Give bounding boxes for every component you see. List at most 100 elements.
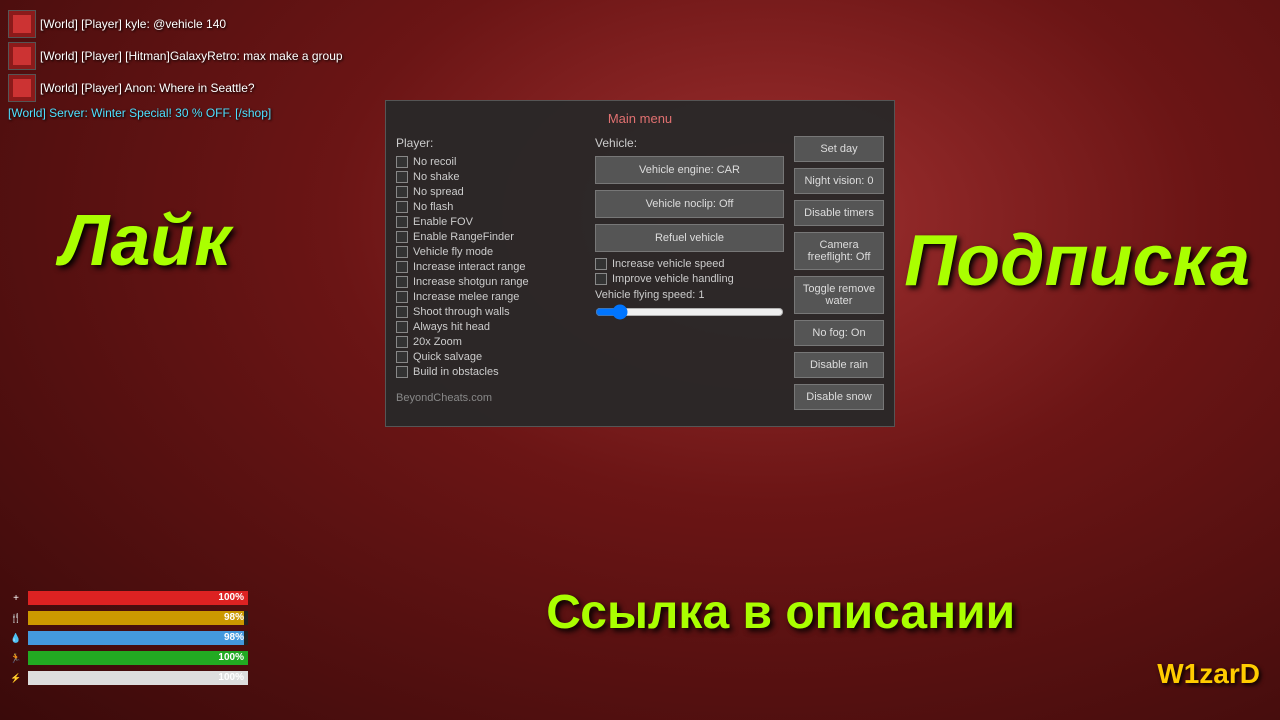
checkbox-box-vehicle-fly[interactable] xyxy=(396,246,408,258)
chat-text-2: [World] [Player] [Hitman]GalaxyRetro: ma… xyxy=(40,49,343,63)
checkbox-label-vehicle-speed: Increase vehicle speed xyxy=(612,258,725,270)
left-column: Player: No recoil No shake No spread No … xyxy=(396,136,585,416)
vehicle-label: Vehicle: xyxy=(595,136,784,150)
checkbox-shoot-walls[interactable]: Shoot through walls xyxy=(396,306,585,318)
health-value: 100% xyxy=(218,591,244,605)
chat-line-1: [World] [Player] kyle: @vehicle 140 xyxy=(8,10,343,38)
overlay-subscribe: Подписка xyxy=(904,220,1250,302)
hud: + 100% 🍴 98% 💧 98% 🏃 100% ⚡ 100% xyxy=(8,590,248,690)
checkbox-box-enable-fov[interactable] xyxy=(396,216,408,228)
checkbox-box-vehicle-handling[interactable] xyxy=(595,273,607,285)
checkbox-no-recoil[interactable]: No recoil xyxy=(396,156,585,168)
refuel-vehicle-button[interactable]: Refuel vehicle xyxy=(595,224,784,252)
checkbox-box-no-spread[interactable] xyxy=(396,186,408,198)
energy-icon: ⚡ xyxy=(8,670,24,686)
checkbox-shotgun-range[interactable]: Increase shotgun range xyxy=(396,276,585,288)
water-bar: 98% xyxy=(28,631,248,645)
stamina-bar: 100% xyxy=(28,651,248,665)
hud-health: + 100% xyxy=(8,590,248,606)
checkbox-no-flash[interactable]: No flash xyxy=(396,201,585,213)
hud-energy: ⚡ 100% xyxy=(8,670,248,686)
checkbox-box-shotgun-range[interactable] xyxy=(396,276,408,288)
checkbox-box-melee-range[interactable] xyxy=(396,291,408,303)
checkbox-vehicle-handling[interactable]: Improve vehicle handling xyxy=(595,273,784,285)
checkbox-label-shotgun-range: Increase shotgun range xyxy=(413,276,529,288)
checkbox-melee-range[interactable]: Increase melee range xyxy=(396,291,585,303)
checkbox-build[interactable]: Build in obstacles xyxy=(396,366,585,378)
checkbox-label-salvage: Quick salvage xyxy=(413,351,482,363)
checkbox-box-no-shake[interactable] xyxy=(396,171,408,183)
water-fill xyxy=(28,631,244,645)
overlay-like: Лайк xyxy=(60,200,231,282)
menu-title: Main menu xyxy=(396,111,884,126)
menu-panel: Main menu Player: No recoil No shake No … xyxy=(385,100,895,427)
checkbox-box-salvage[interactable] xyxy=(396,351,408,363)
water-icon: 💧 xyxy=(8,630,24,646)
hud-food: 🍴 98% xyxy=(8,610,248,626)
camera-freeflight-button[interactable]: Camera freeflight: Off xyxy=(794,232,884,270)
toggle-remove-water-button[interactable]: Toggle remove water xyxy=(794,276,884,314)
checkbox-label-vehicle-handling: Improve vehicle handling xyxy=(612,273,734,285)
overlay-link: Ссылка в описании xyxy=(546,585,1015,640)
checkbox-box-hit-head[interactable] xyxy=(396,321,408,333)
checkbox-box-build[interactable] xyxy=(396,366,408,378)
checkbox-no-spread[interactable]: No spread xyxy=(396,186,585,198)
checkbox-interact-range[interactable]: Increase interact range xyxy=(396,261,585,273)
checkbox-salvage[interactable]: Quick salvage xyxy=(396,351,585,363)
checkbox-box-no-recoil[interactable] xyxy=(396,156,408,168)
stamina-fill xyxy=(28,651,248,665)
checkbox-label-shoot-walls: Shoot through walls xyxy=(413,306,510,318)
chat-text-4: [World] Server: Winter Special! 30 % OFF… xyxy=(8,106,271,120)
hud-stamina: 🏃 100% xyxy=(8,650,248,666)
vehicle-section: Vehicle: Vehicle engine: CAR Vehicle noc… xyxy=(595,136,784,416)
checkbox-box-zoom[interactable] xyxy=(396,336,408,348)
footer-text: BeyondCheats.com xyxy=(396,392,585,404)
disable-rain-button[interactable]: Disable rain xyxy=(794,352,884,378)
energy-bar: 100% xyxy=(28,671,248,685)
stamina-value: 100% xyxy=(218,651,244,665)
chat-icon-1 xyxy=(8,10,36,38)
checkbox-box-vehicle-speed[interactable] xyxy=(595,258,607,270)
flying-speed-slider[interactable] xyxy=(595,304,784,320)
disable-timers-button[interactable]: Disable timers xyxy=(794,200,884,226)
health-icon: + xyxy=(8,590,24,606)
checkbox-vehicle-fly[interactable]: Vehicle fly mode xyxy=(396,246,585,258)
chat-line-4: [World] Server: Winter Special! 30 % OFF… xyxy=(8,106,343,120)
checkbox-zoom[interactable]: 20x Zoom xyxy=(396,336,585,348)
vehicle-noclip-button[interactable]: Vehicle noclip: Off xyxy=(595,190,784,218)
checkbox-label-zoom: 20x Zoom xyxy=(413,336,462,348)
set-day-button[interactable]: Set day xyxy=(794,136,884,162)
food-value: 98% xyxy=(224,611,244,625)
food-icon: 🍴 xyxy=(8,610,24,626)
vehicle-engine-button[interactable]: Vehicle engine: CAR xyxy=(595,156,784,184)
checkbox-box-rangefinder[interactable] xyxy=(396,231,408,243)
checkbox-label-hit-head: Always hit head xyxy=(413,321,490,333)
checkbox-label-rangefinder: Enable RangeFinder xyxy=(413,231,514,243)
health-fill xyxy=(28,591,248,605)
slider-row: Vehicle flying speed: 1 xyxy=(595,289,784,320)
overlay-name: W1zarD xyxy=(1157,658,1260,690)
checkbox-label-vehicle-fly: Vehicle fly mode xyxy=(413,246,493,258)
chat-line-2: [World] [Player] [Hitman]GalaxyRetro: ma… xyxy=(8,42,343,70)
food-bar: 98% xyxy=(28,611,248,625)
checkbox-box-shoot-walls[interactable] xyxy=(396,306,408,318)
checkbox-enable-fov[interactable]: Enable FOV xyxy=(396,216,585,228)
checkbox-label-no-spread: No spread xyxy=(413,186,464,198)
checkbox-label-melee-range: Increase melee range xyxy=(413,291,519,303)
checkbox-box-interact-range[interactable] xyxy=(396,261,408,273)
checkbox-label-no-flash: No flash xyxy=(413,201,453,213)
water-value: 98% xyxy=(224,631,244,645)
checkbox-box-no-flash[interactable] xyxy=(396,201,408,213)
disable-snow-button[interactable]: Disable snow xyxy=(794,384,884,410)
health-bar: 100% xyxy=(28,591,248,605)
night-vision-button[interactable]: Night vision: 0 xyxy=(794,168,884,194)
chat-line-3: [World] [Player] Anon: Where in Seattle? xyxy=(8,74,343,102)
hud-water: 💧 98% xyxy=(8,630,248,646)
checkbox-no-shake[interactable]: No shake xyxy=(396,171,585,183)
checkbox-vehicle-speed[interactable]: Increase vehicle speed xyxy=(595,258,784,270)
no-fog-button[interactable]: No fog: On xyxy=(794,320,884,346)
chat-icon-3 xyxy=(8,74,36,102)
checkbox-rangefinder[interactable]: Enable RangeFinder xyxy=(396,231,585,243)
chat-area: [World] [Player] kyle: @vehicle 140 [Wor… xyxy=(8,10,343,124)
checkbox-hit-head[interactable]: Always hit head xyxy=(396,321,585,333)
